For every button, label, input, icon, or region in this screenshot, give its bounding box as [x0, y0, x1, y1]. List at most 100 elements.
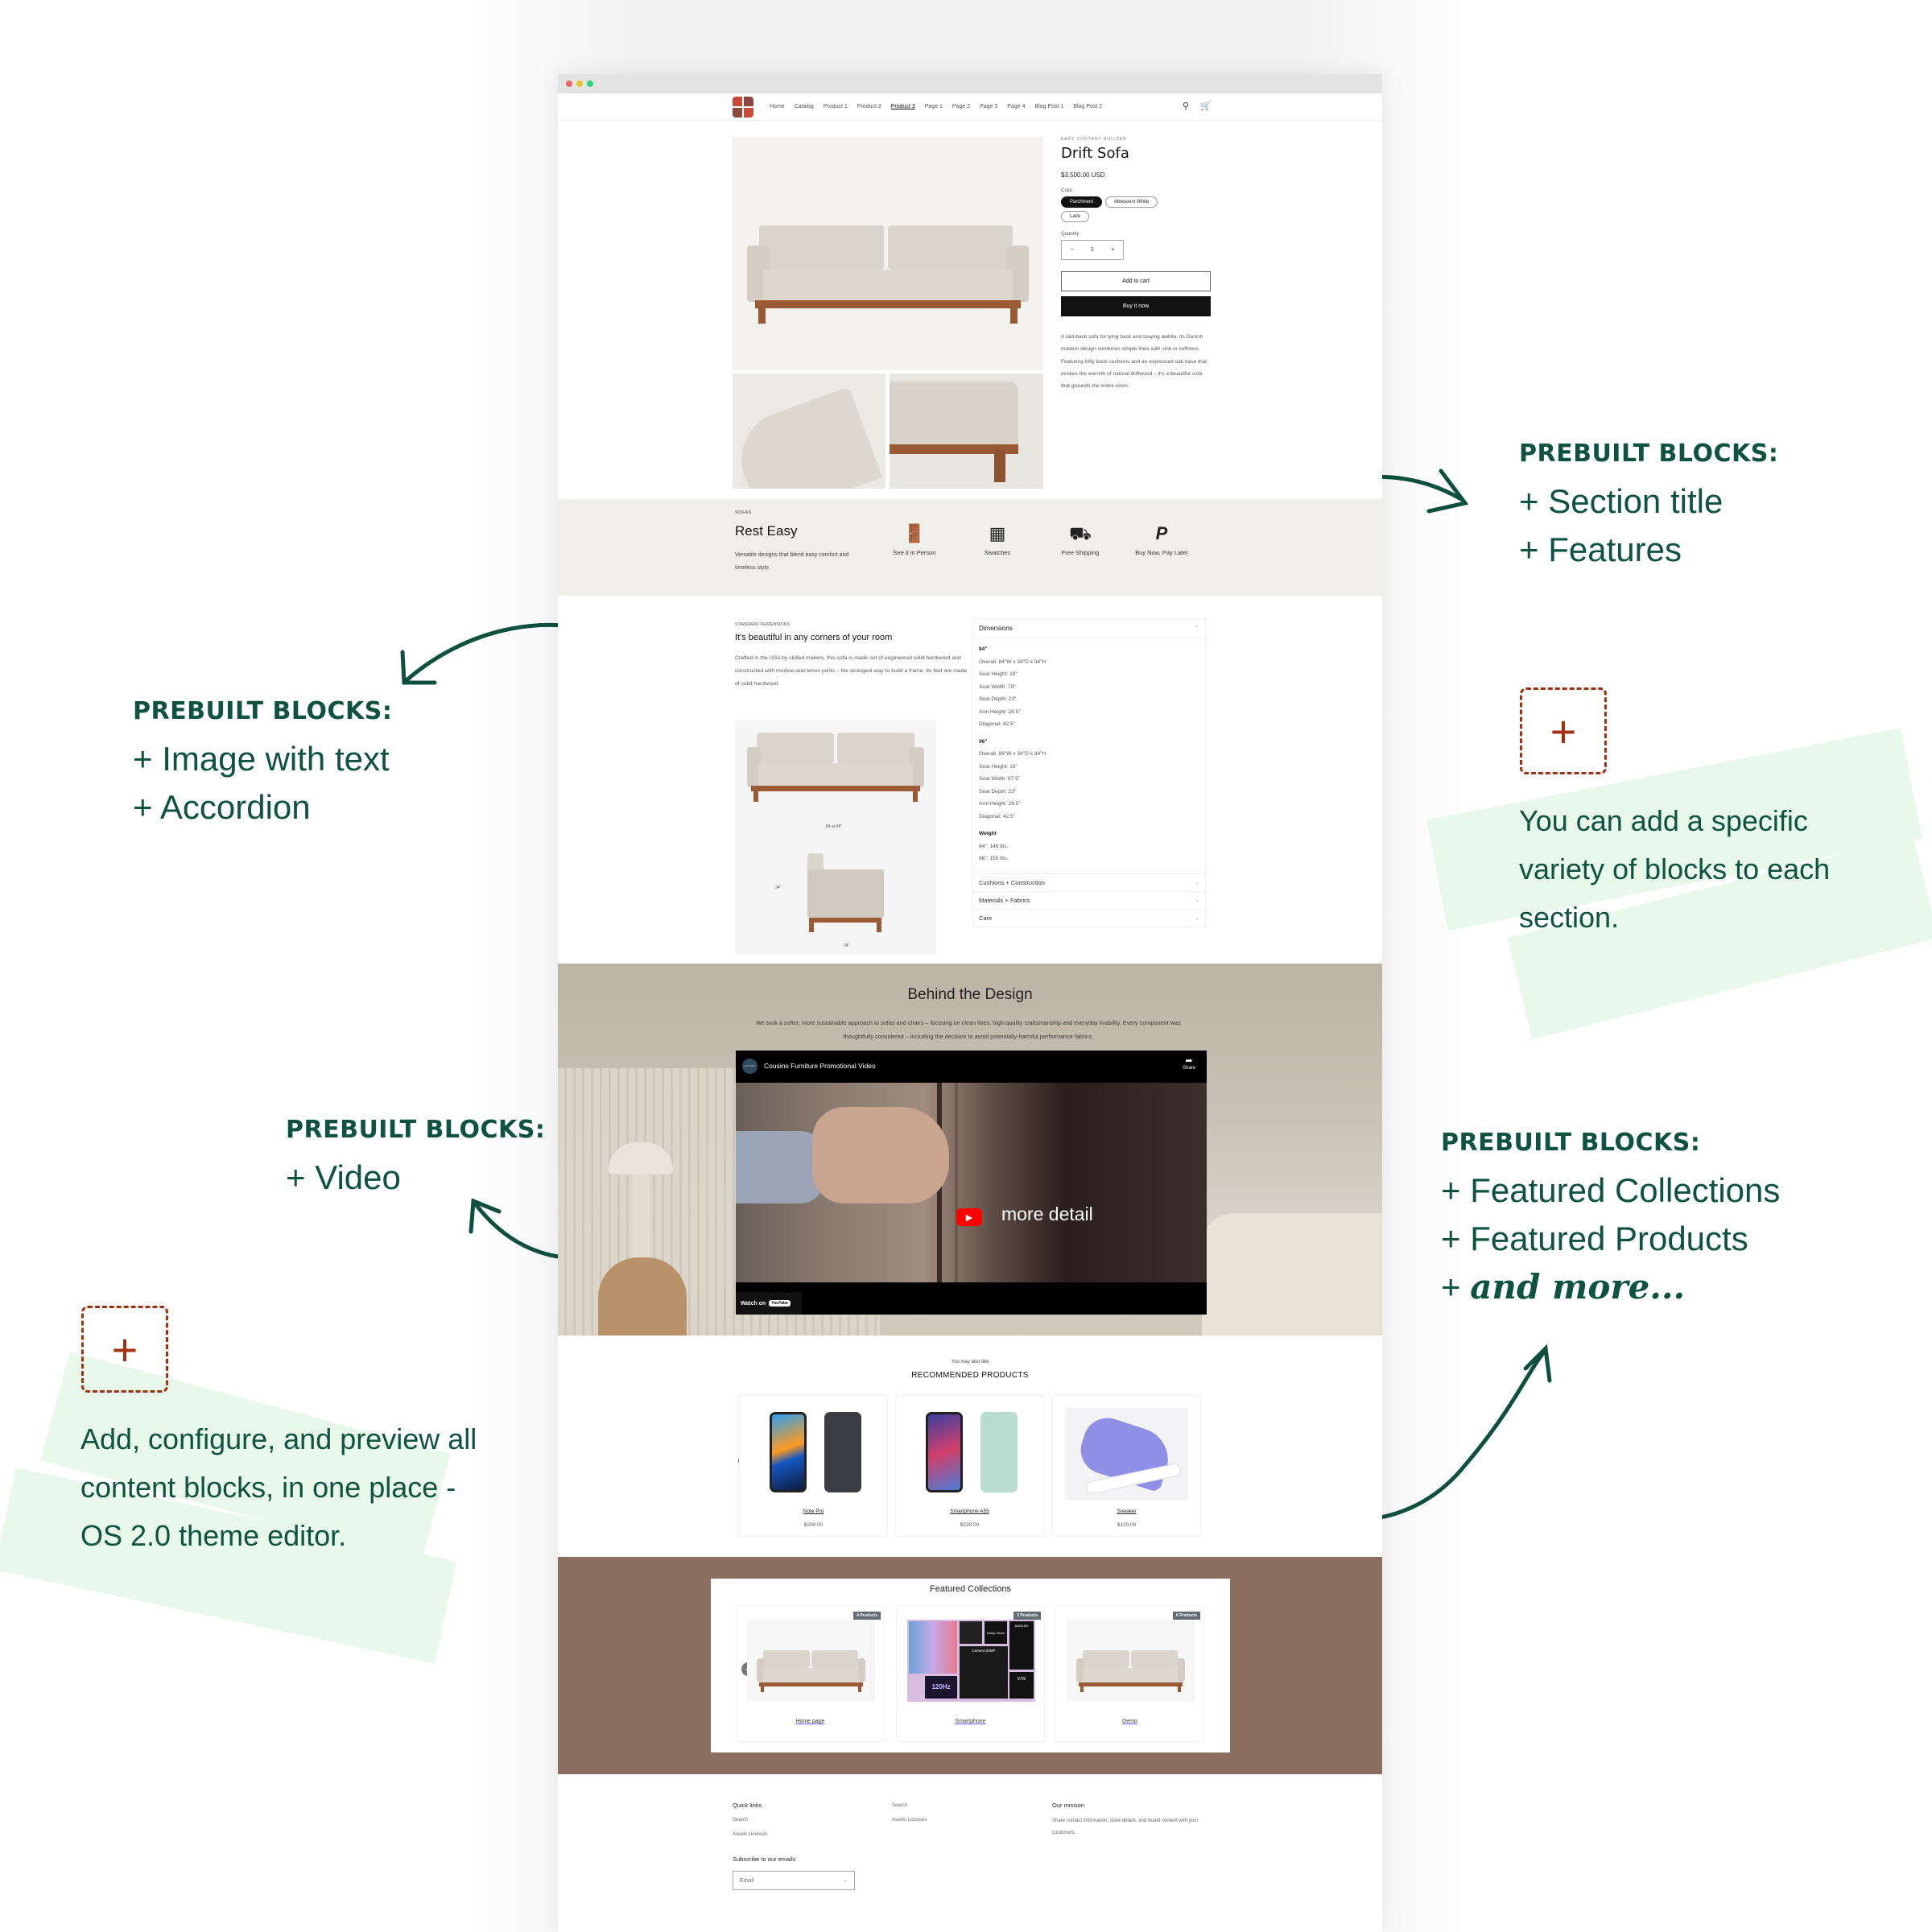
annotation-collections: PREBUILT BLOCKS: + Featured Collections … — [1441, 1129, 1780, 1311]
video-title[interactable]: Cousins Furniture Promotional Video — [764, 1062, 876, 1070]
feature-swatches: ▦ Swatches — [957, 523, 1038, 556]
collection-link[interactable]: Home page — [737, 1719, 884, 1724]
quantity-stepper: − 1 + — [1061, 240, 1124, 260]
accordion-line: Diagonal: 42.5" — [979, 813, 1015, 819]
annotation-item: + Section title — [1519, 482, 1724, 520]
nav-link-page-1[interactable]: Page 1 — [925, 104, 943, 109]
product-thumbnail[interactable] — [890, 374, 1043, 489]
store-header: Home Catalog Product 1 Product 2 Product 3 Pa… — [558, 93, 1382, 121]
collection-link[interactable]: Smartphone — [897, 1719, 1044, 1724]
nav-link-blog-post-1[interactable]: Blog Post 1 — [1034, 104, 1063, 109]
product-card[interactable]: Sneaker $120.00 — [1052, 1395, 1201, 1537]
accordion-item-materials[interactable]: Materials + Fabrics ⌄ — [972, 891, 1206, 910]
close-window-dot[interactable] — [566, 80, 572, 87]
featured-collections-section: Featured Collections ← → 4 P — [558, 1557, 1382, 1774]
watch-on-youtube-button[interactable]: Watch on YouTube — [736, 1292, 802, 1315]
background-sofa — [1202, 1213, 1382, 1335]
section-title: It's beautiful in any corners of your ro… — [735, 633, 893, 642]
accordion-group-heading: 96" — [979, 738, 988, 745]
collection-image[interactable] — [747, 1620, 875, 1702]
quantity-increase-button[interactable]: + — [1111, 247, 1114, 253]
section-tag: SOFAS — [735, 510, 752, 515]
video-frame[interactable]: ▶ more detail — [736, 1083, 1207, 1282]
share-button[interactable]: ➦ Share — [1183, 1055, 1195, 1071]
nav-link-product-1[interactable]: Product 1 — [824, 104, 848, 109]
product-name-link[interactable]: Smartphone A55 — [896, 1509, 1043, 1514]
accordion-line: Arm Height: 26.5" — [979, 801, 1021, 807]
annotation-image-accordion: PREBUILT BLOCKS: + Image with text + Acc… — [133, 697, 392, 832]
annotation-item: + Image with text — [133, 740, 390, 778]
product-name-link[interactable]: Sneaker — [1053, 1509, 1200, 1514]
annotation-item-more: + and more... — [1441, 1267, 1686, 1307]
nav-link-page-2[interactable]: Page 2 — [952, 104, 970, 109]
nav-link-product-2[interactable]: Product 2 — [857, 104, 881, 109]
section-title: Rest Easy — [735, 523, 798, 539]
youtube-logo-icon: YouTube — [769, 1300, 791, 1307]
feature-label: Swatches — [984, 549, 1011, 556]
nav-link-product-3[interactable]: Product 3 — [891, 104, 915, 109]
door-icon: 🚪 — [903, 523, 926, 543]
product-card[interactable]: Smartphone A55 $220.00 — [895, 1395, 1044, 1537]
nav-link-page-3[interactable]: Page 3 — [980, 104, 997, 109]
newsletter-heading: Subscribe to our emails — [733, 1856, 796, 1863]
color-option-lace[interactable]: Lace — [1061, 211, 1090, 222]
collection-link[interactable]: Demo — [1056, 1719, 1203, 1724]
nav-link-page-4[interactable]: Page 4 — [1007, 104, 1025, 109]
footer-link-search[interactable]: Search — [892, 1798, 927, 1813]
annotation-item: + Video — [286, 1158, 401, 1196]
submit-arrow-icon[interactable]: → — [842, 1878, 848, 1884]
footer-link-assets-licenses[interactable]: Assets Licenses — [892, 1813, 927, 1827]
accordion-item-care[interactable]: Care ⌄ — [972, 909, 1206, 927]
search-icon[interactable]: ⚲ — [1183, 101, 1189, 111]
collection-card[interactable]: 4 Products Home page — [736, 1605, 885, 1742]
add-to-cart-button[interactable]: Add to cart — [1061, 271, 1211, 291]
product-main-image[interactable] — [733, 137, 1043, 370]
product-thumbnail[interactable] — [733, 374, 886, 489]
color-option-albescent-white[interactable]: Albescent White — [1105, 196, 1158, 208]
collection-card[interactable]: 6 Products Demo — [1055, 1605, 1204, 1742]
email-field[interactable]: Email → — [733, 1871, 855, 1890]
product-title: Drift Sofa — [1061, 145, 1129, 162]
accordion-toggle[interactable]: Dimensions ⌃ — [973, 619, 1205, 638]
quantity-decrease-button[interactable]: − — [1071, 247, 1074, 253]
collection-card[interactable]: Dolby Vision AMOLED Camera 50MP 120Hz 67… — [896, 1605, 1045, 1742]
collection-image[interactable]: Dolby Vision AMOLED Camera 50MP 120Hz 67… — [907, 1620, 1035, 1702]
play-button[interactable]: ▶ — [956, 1208, 982, 1226]
plus-icon: + — [1520, 687, 1607, 774]
nav-link-catalog[interactable]: Catalog — [795, 104, 814, 109]
buy-now-button[interactable]: Buy it now — [1061, 296, 1211, 316]
annotation-heading: PREBUILT BLOCKS: — [1441, 1129, 1701, 1157]
product-section: EASY CONTENT BUILDER Drift Sofa $3,500.0… — [558, 121, 1382, 499]
door-handle-bar — [955, 1083, 958, 1282]
accordion: Dimensions ⌃ 84" Overall: 84"W x 34"D x 3… — [972, 618, 1206, 927]
promo-label: Camera 50MP — [960, 1646, 1008, 1699]
product-count-badge: 6 Products — [1173, 1612, 1200, 1620]
footer-link-search[interactable]: Search — [733, 1813, 767, 1827]
product-name-link[interactable]: Note Pro — [740, 1509, 887, 1514]
maximize-window-dot[interactable] — [587, 80, 593, 87]
product-card[interactable]: Note Pro $200.00 — [739, 1395, 888, 1537]
product-image[interactable] — [752, 1408, 875, 1501]
accordion-item-cushions[interactable]: Cushions + Construction ⌄ — [972, 873, 1206, 892]
product-description: A laid-back sofa for lying back and stay… — [1061, 334, 1208, 390]
footer-mission-text: Share contact information, store details… — [1052, 1818, 1199, 1835]
channel-avatar[interactable]: COUSINS — [742, 1058, 758, 1074]
footer-link-assets-licenses[interactable]: Assets Licenses — [733, 1827, 767, 1842]
store-logo[interactable] — [733, 96, 753, 118]
youtube-player[interactable]: COUSINS Cousins Furniture Promotional Vi… — [736, 1051, 1207, 1315]
player-header: COUSINS Cousins Furniture Promotional Vi… — [736, 1051, 1207, 1081]
accordion-group-heading: 84" — [979, 646, 988, 652]
quantity-input[interactable]: 1 — [1091, 247, 1094, 253]
nav-link-home[interactable]: Home — [770, 104, 785, 109]
color-option-parchment[interactable]: Parchment — [1061, 196, 1103, 208]
nav-link-blog-post-2[interactable]: Blog Post 2 — [1073, 104, 1102, 109]
cart-icon[interactable]: 🛒 — [1200, 101, 1212, 111]
product-image[interactable] — [908, 1408, 1031, 1501]
collection-image[interactable] — [1067, 1620, 1195, 1702]
product-image[interactable] — [1065, 1408, 1188, 1501]
dimension-label: 84 or 96" — [826, 824, 843, 829]
accordion-title: Care — [979, 914, 993, 922]
minimize-window-dot[interactable] — [576, 80, 583, 87]
feature-label: Buy Now, Pay Later — [1135, 549, 1188, 556]
section-title: Featured Collections — [930, 1584, 1011, 1594]
